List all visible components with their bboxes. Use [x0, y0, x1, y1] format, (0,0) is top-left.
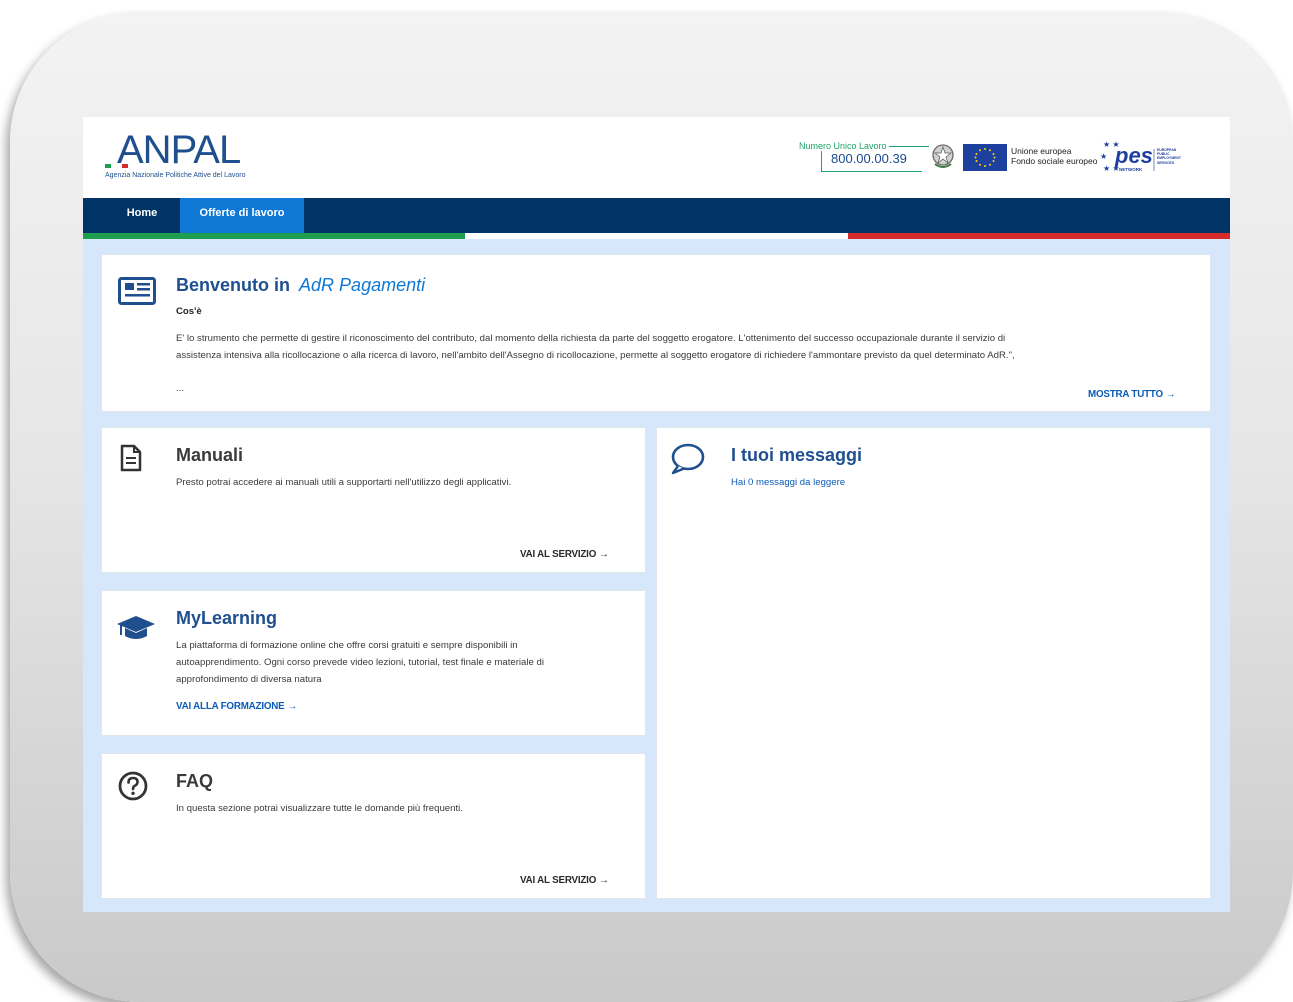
mylearning-card: MyLearning La piattaforma di formazione … — [101, 590, 646, 736]
nav-item-offerte-di-lavoro[interactable]: Offerte di lavoro — [180, 198, 304, 233]
faq-service-label: VAI AL SERVIZIO — [520, 875, 597, 886]
welcome-description-line-2: assistenza intensiva alla ricollocazione… — [176, 350, 1015, 361]
arrow-right-icon: → — [599, 549, 609, 560]
mylearning-title: MyLearning — [176, 608, 278, 628]
manuali-title: Manuali — [176, 445, 244, 465]
faq-title: FAQ — [176, 771, 214, 791]
newspaper-icon — [118, 277, 156, 305]
question-circle-icon — [118, 771, 148, 801]
pes-network-logo: ★ ★ ★ ★ ★ pes NETWORK EUROPEAN PUBLIC EM… — [1100, 140, 1181, 173]
messages-card: I tuoi messaggi Hai 0 messaggi da legger… — [656, 427, 1211, 899]
logo-tagline: Agenzia Nazionale Politiche Attive del L… — [105, 172, 246, 179]
manuali-service-link[interactable]: VAI AL SERVIZIO → — [520, 549, 609, 560]
anpal-logo[interactable]: ANPAL — [117, 129, 257, 169]
site-header: ANPAL Agenzia Nazionale Politiche Attive… — [83, 117, 1230, 198]
hotline-label: Numero Unico Lavoro — [799, 141, 887, 151]
italian-republic-emblem-icon — [932, 144, 954, 168]
arrow-right-icon: → — [1165, 389, 1176, 400]
eu-line-1: Unione europea — [1011, 146, 1072, 156]
show-all-label: MOSTRA TUTTO — [1088, 389, 1163, 400]
main-nav: Home Offerte di lavoro — [83, 198, 1230, 233]
show-all-link[interactable]: MOSTRA TUTTO → — [1088, 389, 1176, 400]
mylearning-description-line-2: autoapprendimento. Ogni corso prevede vi… — [176, 657, 544, 668]
mylearning-description-line-1: La piattaforma di formazione online che … — [176, 640, 518, 651]
svg-text:★: ★ — [1100, 152, 1107, 161]
welcome-ellipsis: ... — [176, 383, 184, 394]
pes-network-text: NETWORK — [1119, 167, 1143, 172]
manuali-description: Presto potrai accedere ai manuali utili … — [176, 477, 512, 488]
welcome-title: Benvenuto in AdR Pagamenti — [176, 275, 425, 296]
hotline-number: 800.00.00.39 — [831, 151, 907, 166]
faq-description: In questa sezione potrai visualizzare tu… — [176, 803, 463, 814]
pes-logo-text: pes — [1114, 143, 1153, 168]
welcome-subtitle: Cos'è — [176, 306, 202, 317]
manuali-service-label: VAI AL SERVIZIO — [520, 549, 597, 560]
welcome-app-name: AdR Pagamenti — [299, 275, 426, 295]
welcome-title-prefix: Benvenuto in — [176, 275, 291, 295]
manuali-card: Manuali Presto potrai accedere ai manual… — [101, 427, 646, 573]
document-icon — [120, 444, 142, 472]
anpal-logo-text: ANPAL — [117, 129, 240, 169]
pes-side-text: EUROPEAN PUBLIC EMPLOYMENT SERVICES — [1157, 148, 1181, 165]
messages-title: I tuoi messaggi — [731, 445, 863, 465]
chat-bubble-icon — [671, 443, 705, 475]
eu-fund-label: Unione europea Fondo sociale europeo — [1011, 146, 1097, 166]
arrow-right-icon: → — [599, 875, 609, 886]
italian-tricolor-bar — [83, 233, 1230, 239]
welcome-description-line-1: E' lo strumento che permette di gestire … — [176, 333, 1006, 344]
mylearning-training-link[interactable]: VAI ALLA FORMAZIONE → — [176, 701, 297, 712]
eu-line-2: Fondo sociale europeo — [1011, 156, 1098, 166]
logo-flag-marks — [105, 164, 131, 168]
mylearning-description-line-3: approfondimento di diversa natura — [176, 674, 322, 685]
arrow-right-icon: → — [287, 701, 298, 712]
portal-page: ANPAL Agenzia Nazionale Politiche Attive… — [83, 117, 1230, 912]
messages-count[interactable]: Hai 0 messaggi da leggere — [731, 474, 845, 491]
faq-service-link[interactable]: VAI AL SERVIZIO → — [520, 875, 609, 886]
mylearning-training-label: VAI ALLA FORMAZIONE — [176, 701, 285, 712]
hotline[interactable]: Numero Unico Lavoro 800.00.00.39 — [799, 141, 929, 175]
welcome-card: Benvenuto in AdR Pagamenti Cos'è E' lo s… — [101, 254, 1211, 412]
graduation-cap-icon — [117, 616, 155, 639]
eu-flag-icon — [963, 144, 1007, 171]
faq-card: FAQ In questa sezione potrai visualizzar… — [101, 753, 646, 899]
